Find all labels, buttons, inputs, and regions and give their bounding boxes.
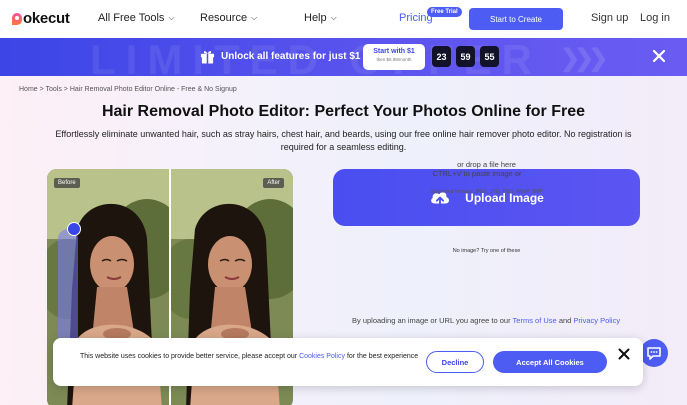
nav-all-free-tools-label: All Free Tools xyxy=(98,12,165,24)
timer-seconds: 55 xyxy=(480,46,499,67)
close-icon[interactable] xyxy=(651,48,667,64)
nav-resource[interactable]: Resource ⌵ xyxy=(200,12,257,24)
log-in-link[interactable]: Log in xyxy=(640,12,670,24)
promo-banner: LIMITED OFFER ❯❯❯ Unlock all features fo… xyxy=(0,38,687,76)
nav-resource-label: Resource xyxy=(200,12,248,24)
before-label: Before xyxy=(54,178,80,188)
cookie-text-after: for the best experience xyxy=(346,353,419,360)
arrows-decoration-icon: ❯❯❯ xyxy=(560,45,608,72)
cookie-banner: This website uses cookies to provide bet… xyxy=(53,338,643,386)
start-to-create-button[interactable]: Start to Create xyxy=(469,8,563,30)
paste-hint-text: CTRL+V to paste image or xyxy=(432,169,522,178)
cookie-message: This website uses cookies to provide bet… xyxy=(80,352,420,362)
terms-prefix: By uploading an image or URL you agree t… xyxy=(352,316,511,325)
nav-all-free-tools[interactable]: All Free Tools ⌵ xyxy=(98,12,175,24)
timer-hours: 23 xyxy=(432,46,451,67)
chat-bubble-icon xyxy=(647,346,661,360)
nav-help-label: Help xyxy=(304,12,327,24)
brush-cursor-icon xyxy=(67,222,81,236)
page-subtitle: Effortlessly eliminate unwanted hair, su… xyxy=(55,129,632,152)
chat-support-button[interactable] xyxy=(640,339,668,367)
chevron-down-icon: ⌵ xyxy=(330,13,337,22)
chevron-down-icon: ⌵ xyxy=(168,13,175,22)
page-title: Hair Removal Photo Editor: Perfect Your … xyxy=(101,103,586,120)
chevron-down-icon: ⌵ xyxy=(251,13,258,22)
terms-of-use-link[interactable]: Terms of Use xyxy=(513,316,557,325)
cookies-policy-link[interactable]: Cookies Policy xyxy=(299,353,345,360)
decline-cookies-button[interactable]: Decline xyxy=(426,351,484,373)
start-button-line2: then $6.99/month xyxy=(376,57,412,62)
drop-file-hint: or drop a file here xyxy=(457,160,516,169)
url-link[interactable]: URL xyxy=(526,169,541,178)
no-image-hint: No image? Try one of these xyxy=(452,248,521,254)
logo-mark-icon xyxy=(12,12,22,26)
start-with-1-button[interactable]: Start with $1 then $6.99/month xyxy=(363,44,425,70)
close-icon[interactable] xyxy=(618,348,630,360)
logo-text: okecut xyxy=(23,10,70,27)
start-button-line1: Start with $1 xyxy=(373,48,415,55)
cookie-text-before: This website uses cookies to provide bet… xyxy=(80,353,298,360)
privacy-policy-link[interactable]: Privacy Policy xyxy=(573,316,620,325)
free-trial-badge: Free Trial xyxy=(427,7,462,17)
brush-stroke-overlay xyxy=(58,229,78,349)
sign-up-link[interactable]: Sign up xyxy=(591,12,628,24)
breadcrumb[interactable]: Home > Tools > Hair Removal Photo Editor… xyxy=(19,86,237,93)
pokecut-logo[interactable]: okecut xyxy=(12,10,70,27)
top-navigation: okecut All Free Tools ⌵ Resource ⌵ Help … xyxy=(0,0,687,38)
supported-formats: Supported formats: JPEG, JPG, PNG, WebP,… xyxy=(430,189,543,195)
terms-notice: By uploading an image or URL you agree t… xyxy=(352,316,620,325)
promo-text: Unlock all features for just $1 xyxy=(221,51,361,62)
paste-hint: CTRL+V to paste image or URL xyxy=(333,169,640,178)
timer-minutes: 59 xyxy=(456,46,475,67)
after-label: After xyxy=(263,178,284,188)
accept-all-cookies-button[interactable]: Accept All Cookies xyxy=(493,351,607,373)
terms-and: and xyxy=(558,316,572,325)
nav-help[interactable]: Help ⌵ xyxy=(304,12,337,24)
gift-icon xyxy=(200,51,215,64)
